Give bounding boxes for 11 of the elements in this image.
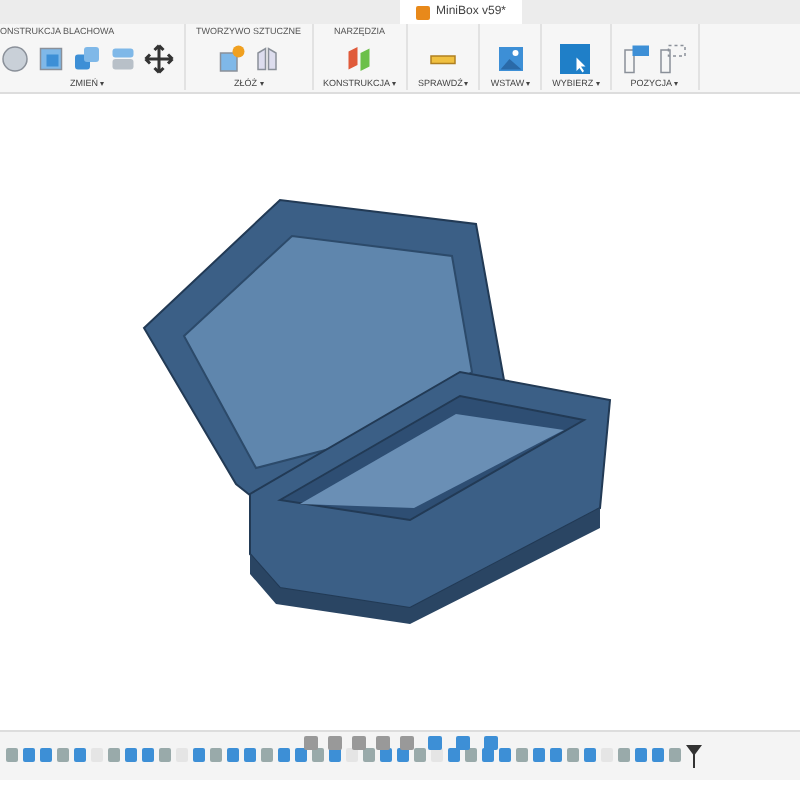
timeline-drawing[interactable] (4, 744, 704, 768)
image-icon[interactable] (495, 43, 526, 73)
move-icon[interactable] (144, 43, 174, 73)
position-icon[interactable] (657, 43, 688, 73)
hinge-icon[interactable] (251, 43, 282, 73)
sphere-icon[interactable] (0, 43, 30, 73)
joint-icon[interactable] (215, 43, 246, 73)
cursor-icon[interactable] (560, 43, 591, 73)
position-icon[interactable] (621, 43, 652, 73)
blocks-icon[interactable] (72, 43, 102, 73)
plane-icon[interactable] (344, 43, 375, 73)
